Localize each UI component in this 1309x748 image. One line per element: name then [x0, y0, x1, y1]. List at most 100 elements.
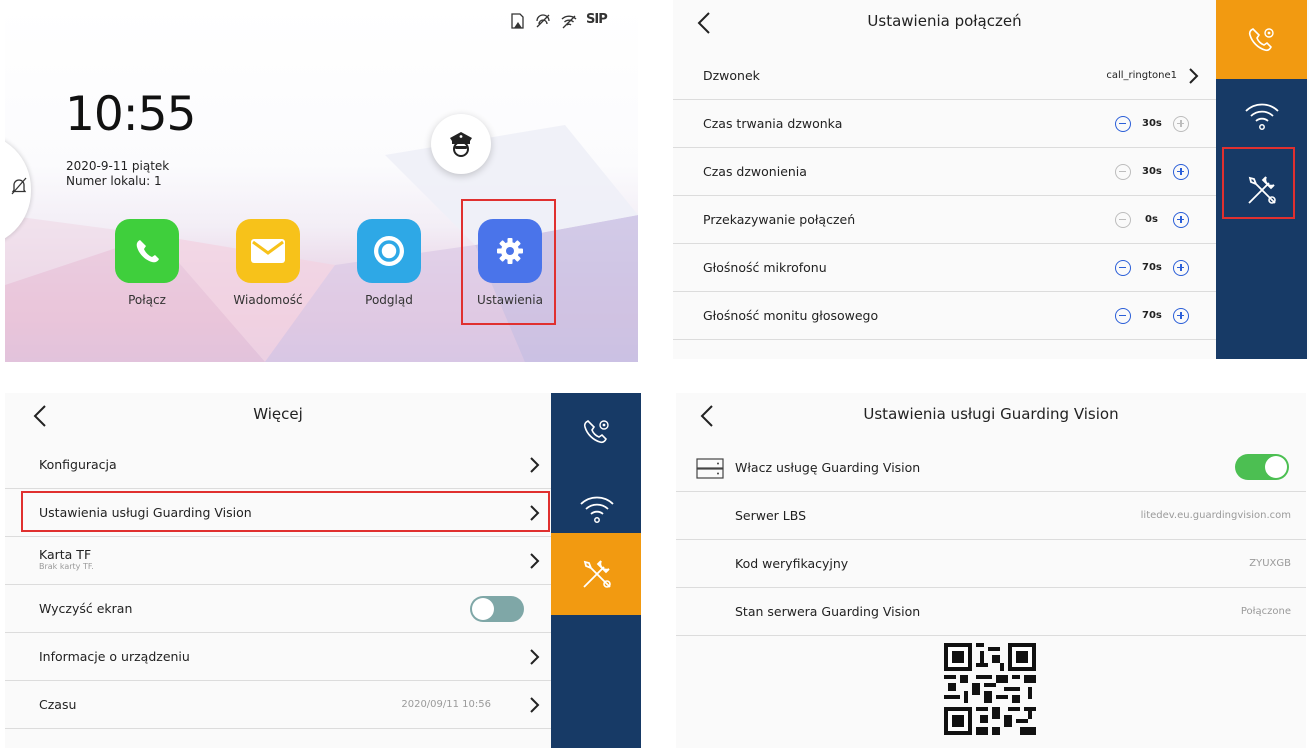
status-bar: SIP [508, 12, 608, 30]
security-button[interactable] [431, 114, 491, 174]
page-title: Ustawienia usługi Guarding Vision [863, 405, 1119, 423]
network-icon [536, 14, 550, 28]
chevron-right-icon[interactable] [527, 648, 541, 666]
row-label: Konfiguracja [39, 457, 117, 472]
chevron-right-icon[interactable] [527, 552, 541, 570]
row-sublabel: Brak karty TF. [39, 562, 94, 571]
wifi-icon [579, 496, 614, 523]
category-more[interactable] [551, 533, 641, 615]
guarding-row-lbs-server: Serwer LBS litedev.eu.guardingvision.com [676, 492, 1306, 540]
phone-icon [136, 240, 159, 263]
phone-settings-icon [1248, 27, 1274, 51]
date-text: 2020-9-11 piątek [66, 159, 170, 173]
row-label: Czasu [39, 697, 77, 712]
sd-card-icon [511, 13, 524, 29]
app-messages[interactable]: Wiadomość [218, 219, 318, 307]
row-label: Wyczyść ekran [39, 601, 133, 616]
tools-icon [582, 560, 611, 588]
row-label: Informacje o urządzeniu [39, 649, 190, 664]
row-label: Stan serwera Guarding Vision [735, 604, 921, 619]
highlight-settings [461, 199, 556, 325]
wifi-icon [1244, 103, 1279, 130]
stepper-value: 70s [1142, 310, 1162, 321]
stepper-value: 70s [1142, 262, 1162, 273]
settings-row-ring-duration: Czas trwania dzwonka 30s [673, 100, 1216, 148]
bell-muted-icon[interactable] [11, 177, 27, 195]
chevron-right-icon[interactable] [1186, 67, 1200, 85]
phone-settings-icon [583, 420, 609, 444]
settings-row-call-forwarding: Przekazywanie połączeń 0s [673, 196, 1216, 244]
increase-button[interactable] [1173, 163, 1189, 180]
stepper-value: 30s [1142, 118, 1162, 129]
home-screen: SIP 10:55 2020-9-11 piątek Numer lokalu:… [5, 5, 638, 362]
settings-row-ringing-time: Czas dzwonienia 30s [673, 148, 1216, 196]
increase-button[interactable] [1173, 307, 1189, 324]
clock-time: 10:55 [65, 87, 196, 142]
app-label-call: Połącz [128, 293, 166, 307]
row-value: litedev.eu.guardingvision.com [1140, 510, 1291, 521]
ringtone-value: call_ringtone1 [1106, 70, 1177, 81]
row-label: Włacz usługę Guarding Vision [735, 460, 921, 475]
more-row-time[interactable]: Czasu 2020/09/11 10:56 [5, 681, 551, 729]
row-label: Kod weryfikacyjny [735, 556, 849, 571]
app-call[interactable]: Połącz [97, 219, 197, 307]
row-label: Dzwonek [703, 68, 760, 83]
time-value: 2020/09/11 10:56 [401, 699, 491, 710]
increase-button[interactable] [1173, 115, 1189, 132]
sip-icon: SIP [586, 12, 608, 27]
more-row-configuration[interactable]: Konfiguracja [5, 441, 551, 489]
call-tile[interactable] [115, 219, 179, 283]
category-call-settings[interactable] [1216, 0, 1307, 79]
date-info: 2020-9-11 piątek Numer lokalu: 1 [66, 159, 169, 189]
page-title: Więcej [253, 405, 303, 423]
call-settings-screen: Ustawienia połączeń Dzwonek call_rington… [673, 0, 1309, 359]
stepper-value: 0s [1145, 214, 1158, 225]
row-label: Karta TF [39, 547, 92, 562]
settings-row-prompt-volume: Głośność monitu głosowego 70s [673, 292, 1216, 340]
increase-button[interactable] [1173, 259, 1189, 276]
app-label-preview: Podgląd [365, 293, 413, 307]
decrease-button[interactable] [1115, 211, 1131, 228]
row-label: Głośność monitu głosowego [703, 308, 879, 323]
settings-category-rail [551, 393, 641, 748]
row-label: Serwer LBS [735, 508, 807, 523]
app-preview[interactable]: Podgląd [339, 219, 439, 307]
row-label: Czas dzwonienia [703, 164, 807, 179]
stepper-value: 30s [1142, 166, 1162, 177]
decrease-button[interactable] [1115, 259, 1131, 276]
category-call-settings[interactable] [551, 393, 641, 471]
decrease-button[interactable] [1115, 115, 1131, 132]
row-label: Przekazywanie połączeń [703, 212, 856, 227]
increase-button[interactable] [1173, 211, 1189, 228]
app-label-messages: Wiadomość [233, 293, 303, 307]
guarding-row-verification-code: Kod weryfikacyjny ZYUXGB [676, 540, 1306, 588]
guarding-enable-toggle[interactable] [1235, 454, 1289, 480]
page-title: Ustawienia połączeń [867, 12, 1022, 30]
more-screen: Więcej Konfiguracja Ustawienia usługi Gu… [5, 393, 641, 748]
category-network[interactable] [1216, 79, 1307, 153]
wifi-icon [561, 15, 577, 29]
decrease-button[interactable] [1115, 163, 1131, 180]
guarding-vision-screen: Ustawienia usługi Guarding Vision Włacz … [676, 393, 1306, 748]
more-row-device-info[interactable]: Informacje o urządzeniu [5, 633, 551, 681]
more-row-tf-card[interactable]: Karta TF Brak karty TF. [5, 537, 551, 585]
toggle-knob [1265, 456, 1287, 478]
preview-tile[interactable] [357, 219, 421, 283]
highlight-more-category [1222, 147, 1295, 219]
guarding-enable-row: Włacz usługę Guarding Vision [676, 444, 1306, 492]
settings-row-mic-volume: Głośność mikrofonu 70s [673, 244, 1216, 292]
chevron-right-icon[interactable] [527, 456, 541, 474]
server-icon [696, 458, 724, 479]
decrease-button[interactable] [1115, 307, 1131, 324]
envelope-icon [251, 239, 285, 263]
police-officer-icon[interactable] [447, 129, 475, 159]
qr-code [944, 643, 1036, 735]
clear-screen-toggle[interactable] [470, 596, 524, 622]
toggle-knob [472, 598, 494, 620]
messages-tile[interactable] [236, 219, 300, 283]
row-label: Głośność mikrofonu [703, 260, 827, 275]
row-value: Połączone [1240, 606, 1291, 617]
guarding-row-server-status: Stan serwera Guarding Vision Połączone [676, 588, 1306, 636]
chevron-right-icon[interactable] [527, 696, 541, 714]
settings-row-ringtone[interactable]: Dzwonek call_ringtone1 [673, 52, 1216, 100]
